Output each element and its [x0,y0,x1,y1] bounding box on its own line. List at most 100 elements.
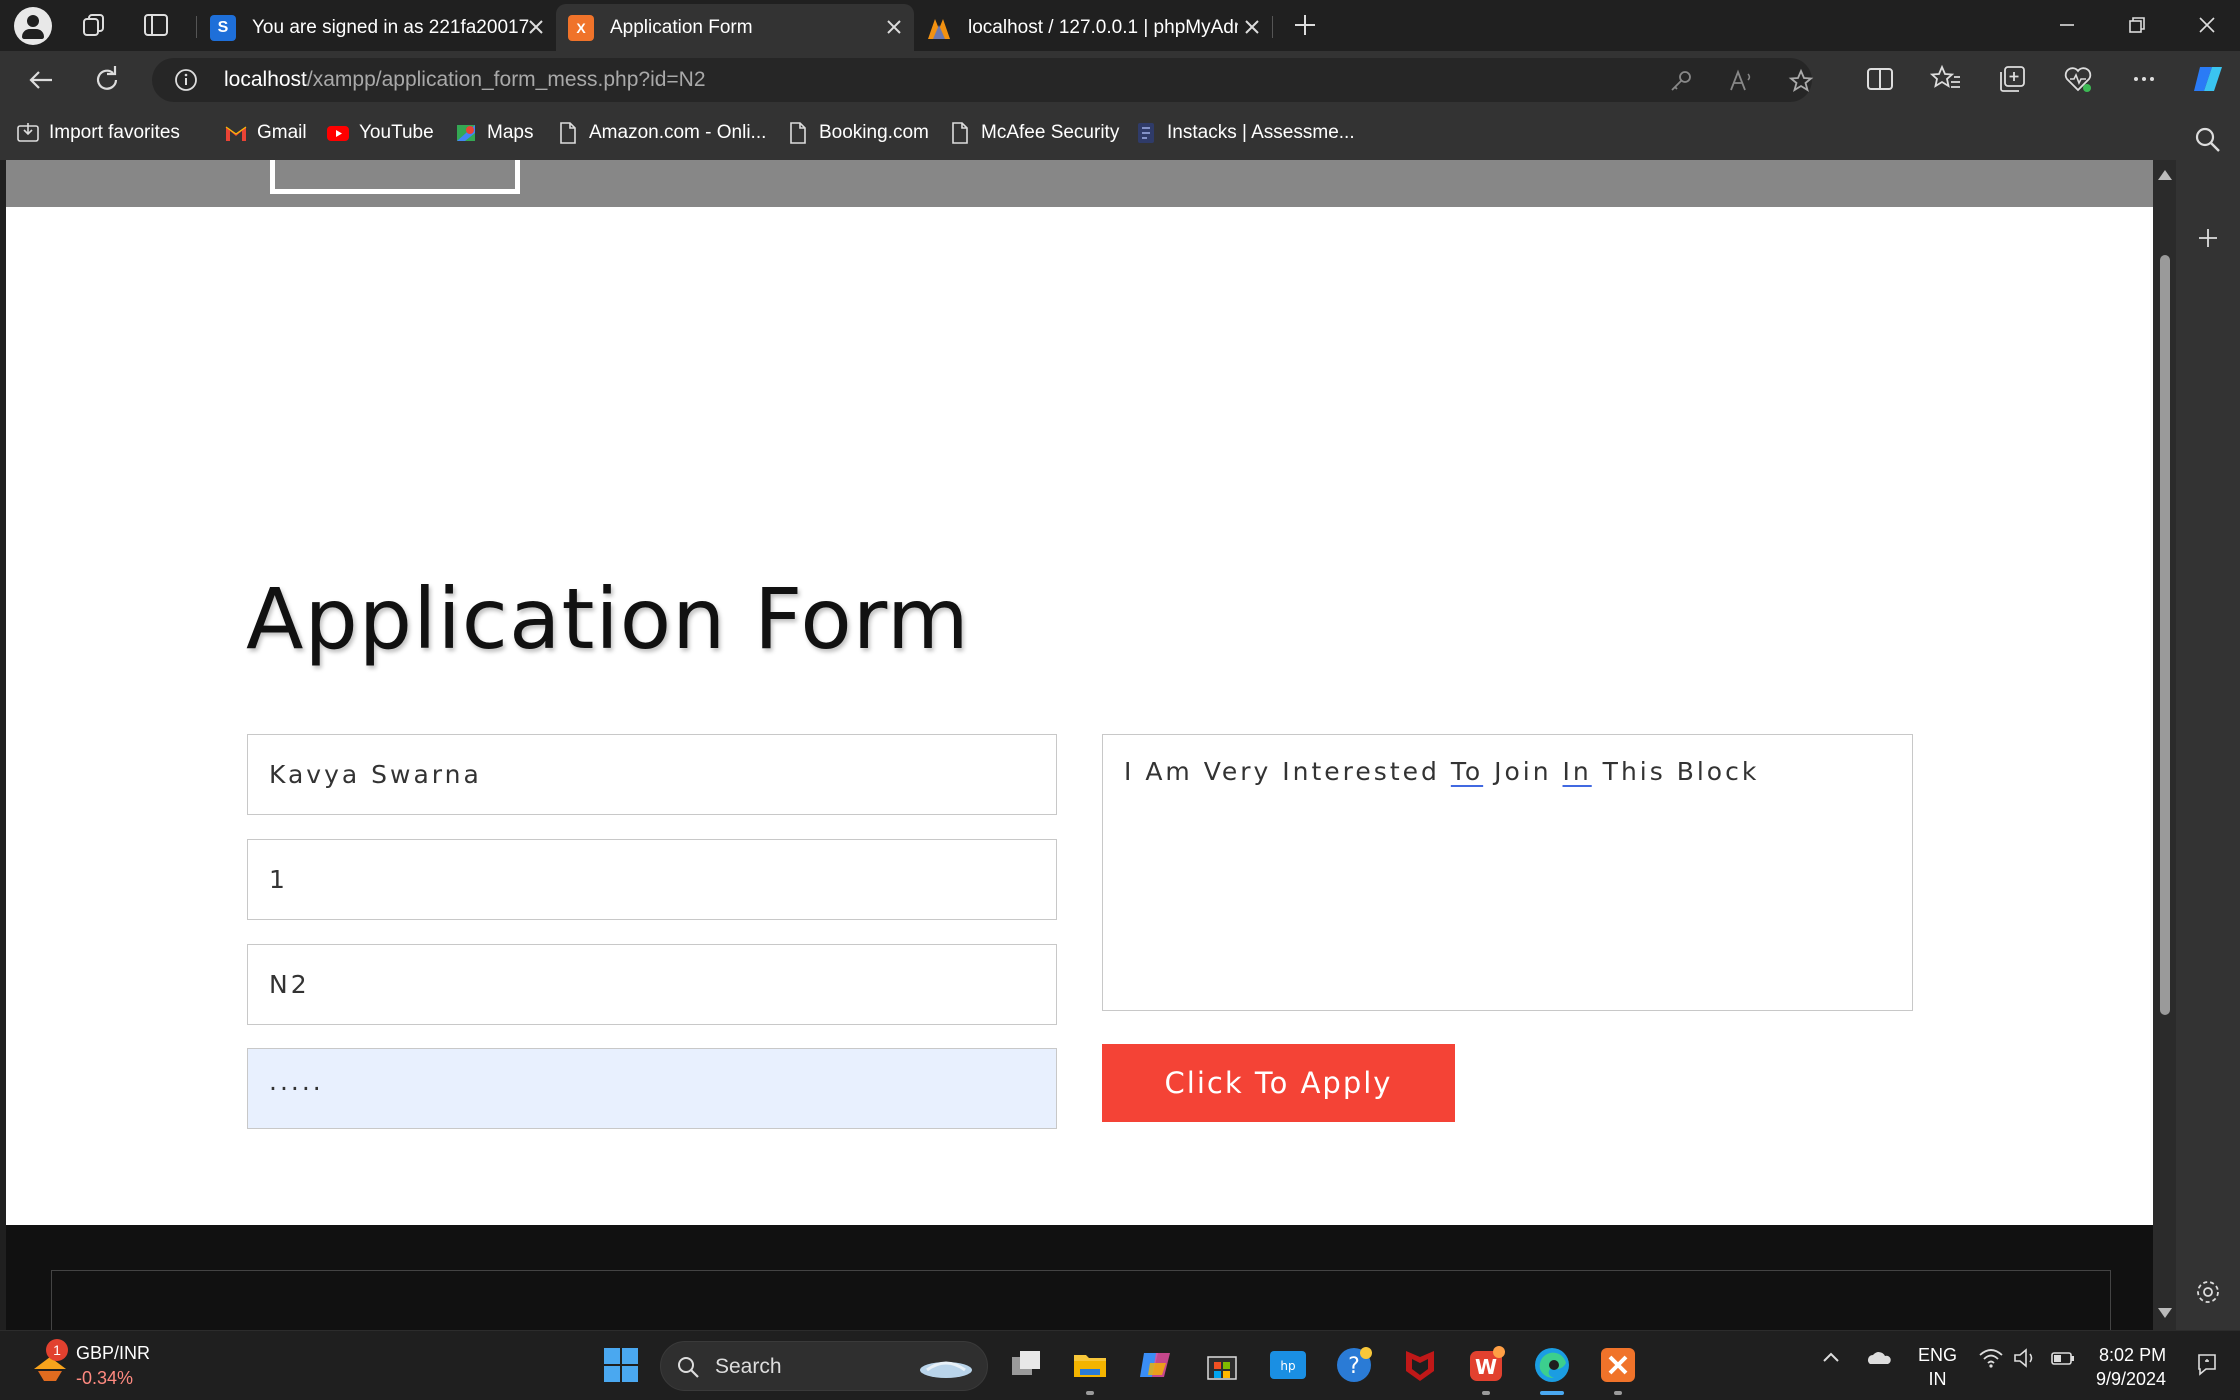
url-text[interactable]: localhost/xampp/application_form_mess.ph… [224,68,706,92]
input-language[interactable]: ENG IN [1918,1343,1957,1391]
page-viewport: VIT... Application Form Kavya Swarna 1 N… [6,160,2153,1330]
tab-title: localhost / 127.0.0.1 | phpMyAdm [968,16,1238,38]
search-icon [678,1357,699,1378]
scroll-down-icon[interactable] [2158,1308,2172,1318]
workspaces-icon[interactable] [80,12,108,38]
xampp-app-icon[interactable] [1598,1345,1638,1385]
address-bar[interactable]: localhost/xampp/application_form_mess.ph… [152,58,1814,102]
file-explorer-icon[interactable] [1070,1345,1110,1385]
name-field[interactable]: Kavya Swarna [247,734,1057,815]
vertical-scrollbar[interactable] [2153,160,2176,1330]
site-logo[interactable]: VIT... [270,160,520,194]
page-icon [952,122,968,144]
site-footer [6,1225,2153,1330]
copilot-icon[interactable] [2190,61,2226,97]
scroll-up-icon[interactable] [2158,170,2172,180]
refresh-icon[interactable] [90,63,124,97]
sidebar-settings-icon[interactable] [2192,1276,2224,1308]
restore-icon[interactable] [2122,10,2152,40]
favorite-label: Gmail [257,122,307,143]
favorites-icon[interactable] [1930,63,1962,95]
search-label: Search [715,1355,782,1378]
windows-start-icon[interactable] [602,1346,640,1384]
vertical-tabs-icon[interactable] [142,12,170,38]
taskbar-search[interactable]: Search [660,1341,988,1391]
more-options-icon[interactable] [2128,63,2160,95]
task-view-icon[interactable] [1006,1345,1046,1385]
logo-text: VIT... [315,160,492,170]
search-icon[interactable] [2192,124,2224,156]
favorite-gmail[interactable]: Gmail [224,118,307,148]
windows-taskbar: 1 GBP/INR -0.34% Search hp ? W ENG IN 8:… [0,1330,2240,1400]
running-indicator [1614,1391,1622,1395]
active-indicator [1540,1391,1564,1395]
svg-text:hp: hp [1280,1359,1295,1373]
split-screen-icon[interactable] [1864,63,1896,95]
tab-signed-in[interactable]: S You are signed in as 221fa20017 [198,4,556,51]
page-icon [790,122,806,144]
wps-office-icon[interactable]: W [1466,1345,1506,1385]
spellcheck-word: To [1450,757,1484,786]
edge-browser-icon[interactable] [1532,1345,1572,1385]
svg-text:W: W [1475,1355,1497,1379]
block-field[interactable]: N2 [247,944,1057,1025]
close-window-icon[interactable] [2192,10,2222,40]
favorite-instacks[interactable]: Instacks | Assessme... [1134,118,1355,148]
scroll-thumb[interactable] [2160,255,2170,1015]
minimize-icon[interactable] [2052,10,2082,40]
message-text: Join [1483,757,1563,786]
page-title: Application Form [246,570,970,668]
apply-button[interactable]: Click To Apply [1102,1044,1455,1122]
show-hidden-icons-icon[interactable] [1818,1345,1844,1371]
profile-avatar-icon[interactable] [14,7,52,45]
system-clock[interactable]: 8:02 PM 9/9/2024 [2096,1343,2166,1391]
stock-widget[interactable]: GBP/INR -0.34% [76,1341,150,1391]
maps-icon [457,125,475,141]
notification-badge: 1 [46,1339,68,1361]
add-sidebar-app-icon[interactable] [2192,222,2224,254]
back-icon[interactable] [24,63,58,97]
close-tab-icon[interactable] [524,15,548,39]
notifications-icon[interactable] [2194,1351,2220,1377]
browser-essentials-icon[interactable] [2062,63,2094,95]
phpmyadmin-icon [928,18,950,39]
s-letter-icon: S [210,14,236,41]
myhp-icon[interactable]: hp [1268,1345,1308,1385]
onedrive-icon[interactable] [1866,1345,1892,1371]
favorite-label: Instacks | Assessme... [1167,122,1355,143]
close-tab-icon[interactable] [1240,15,1264,39]
site-info-icon[interactable] [174,68,198,92]
edge-sidebar [2176,108,2240,1330]
spellcheck-word: In [1562,757,1592,786]
tab-title: You are signed in as 221fa20017 [252,16,530,38]
navigation-bar: localhost/xampp/application_form_mess.ph… [0,51,2240,108]
favorite-mcafee[interactable]: McAfee Security [948,118,1119,148]
favorite-youtube[interactable]: YouTube [326,118,434,148]
close-tab-icon[interactable] [882,15,906,39]
favorite-star-icon[interactable] [1788,68,1814,94]
volume-icon[interactable] [2012,1345,2038,1371]
battery-icon[interactable] [2050,1345,2076,1371]
title-bar: S You are signed in as 221fa20017 X Appl… [0,0,2240,51]
favorite-booking[interactable]: Booking.com [786,118,929,148]
tab-phpmyadmin[interactable]: localhost / 127.0.0.1 | phpMyAdm [914,4,1272,51]
microsoft-store-icon[interactable] [1202,1345,1242,1385]
favorite-maps[interactable]: Maps [454,118,533,148]
collections-icon[interactable] [1996,63,2028,95]
favorite-label: Booking.com [819,122,929,143]
wifi-icon[interactable] [1978,1345,2004,1371]
new-tab-icon[interactable] [1290,10,1320,40]
favorite-import[interactable]: Import favorites [16,118,180,148]
copilot-app-icon[interactable] [1136,1345,1176,1385]
password-field[interactable]: ····· [247,1048,1057,1129]
favorite-amazon[interactable]: Amazon.com - Onli... [556,118,766,148]
favorite-label: Maps [487,122,534,143]
message-textarea[interactable]: I Am Very Interested To Join In This Blo… [1102,734,1913,1011]
tab-application-form[interactable]: X Application Form [556,4,914,51]
clock-time: 8:02 PM [2099,1345,2167,1365]
mcafee-icon[interactable] [1400,1345,1440,1385]
password-key-icon[interactable] [1668,68,1694,94]
read-aloud-icon[interactable] [1728,68,1754,94]
year-field[interactable]: 1 [247,839,1057,920]
get-help-icon[interactable]: ? [1334,1345,1374,1385]
